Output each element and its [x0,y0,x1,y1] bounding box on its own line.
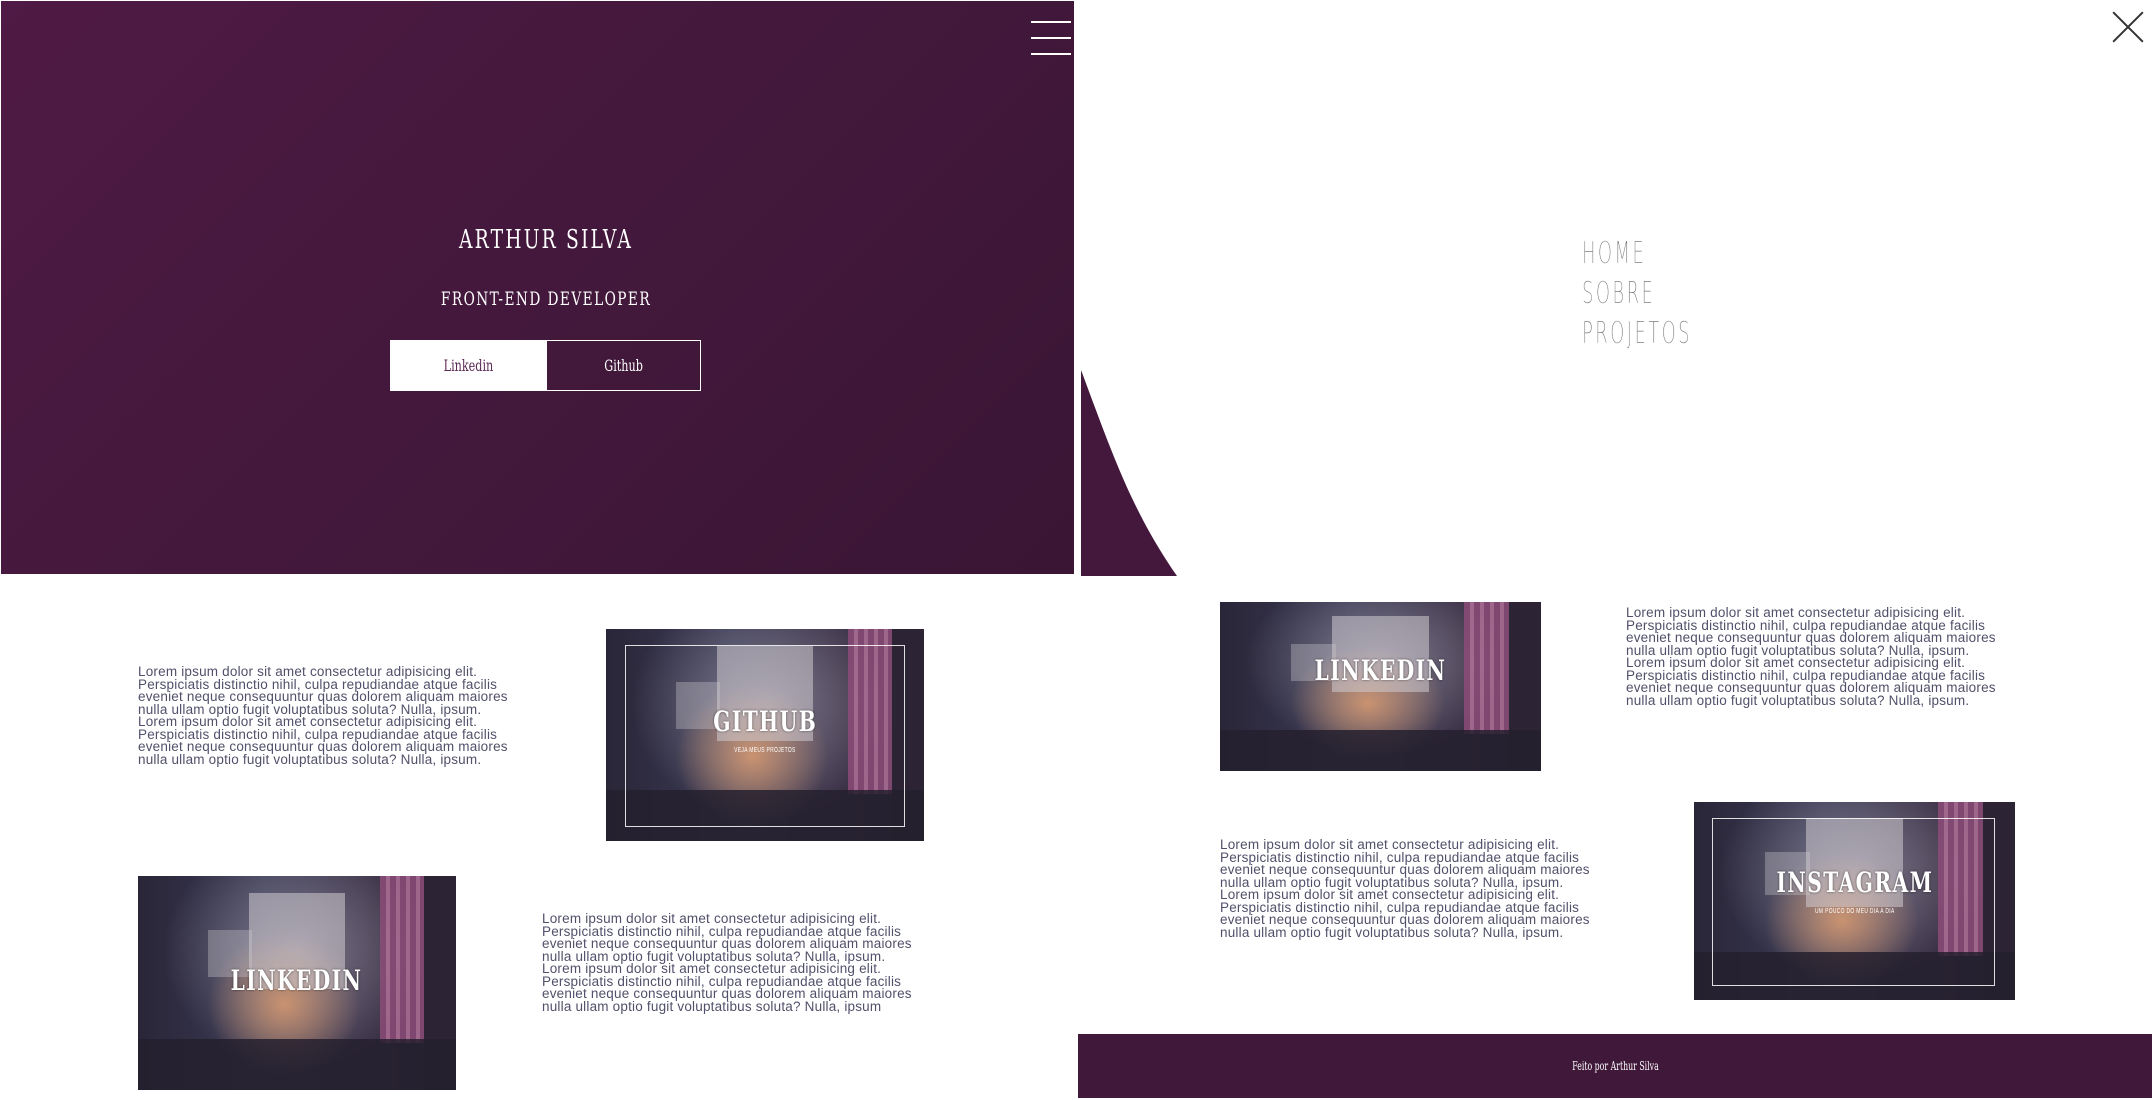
card-title: INSTAGRAM [1776,866,1933,899]
hero-section: ARTHUR SILVA FRONT-END DEVELOPER Linkedi… [1,1,1074,574]
menu-item-sobre[interactable]: SOBRE [1582,274,1692,314]
card-title: LINKEDIN [1314,654,1447,687]
card-subtitle: UM POUCO DO MEU DIA A DIA [1814,908,1895,915]
menu-item-home[interactable]: HOME [1582,234,1692,274]
instagram-card[interactable]: INSTAGRAM UM POUCO DO MEU DIA A DIA [1694,802,2015,1000]
section-text: Lorem ipsum dolor sit amet consectetur a… [1220,837,1590,940]
linkedin-button[interactable]: Linkedin [391,341,546,390]
card-title: LINKEDIN [231,964,363,997]
section-text: Lorem ipsum dolor sit amet consectetur a… [1626,605,1996,708]
linkedin-card[interactable]: LINKEDIN [1220,602,1541,771]
hero-role: FRONT-END DEVELOPER [440,288,652,310]
hero-name: ARTHUR SILVA [458,225,634,255]
section-text: Lorem ipsum dolor sit amet consectetur a… [138,664,508,767]
card-subtitle: VEJA MEUS PROJETOS [734,747,796,754]
decorative-wedge [1081,370,1177,576]
nav-menu: HOME SOBRE PROJETOS [1582,234,1765,354]
right-panel: HOME SOBRE PROJETOS LINKEDIN Lorem ipsum… [1076,0,2152,1100]
left-panel: ARTHUR SILVA FRONT-END DEVELOPER Linkedi… [0,0,1076,1100]
footer: Feito por Arthur Silva [1078,1034,2152,1098]
linkedin-card[interactable]: LINKEDIN [138,876,456,1090]
github-button[interactable]: Github [545,341,701,390]
hero-buttons: Linkedin Github [390,340,701,391]
github-card[interactable]: GITHUB VEJA MEUS PROJETOS [606,629,924,841]
close-icon[interactable] [2111,10,2145,44]
hamburger-icon[interactable] [1031,21,1071,57]
section-text: Lorem ipsum dolor sit amet consectetur a… [542,911,912,1014]
footer-text: Feito por Arthur Silva [1571,1059,1659,1073]
menu-item-projetos[interactable]: PROJETOS [1582,314,1692,354]
card-title: GITHUB [713,705,817,738]
